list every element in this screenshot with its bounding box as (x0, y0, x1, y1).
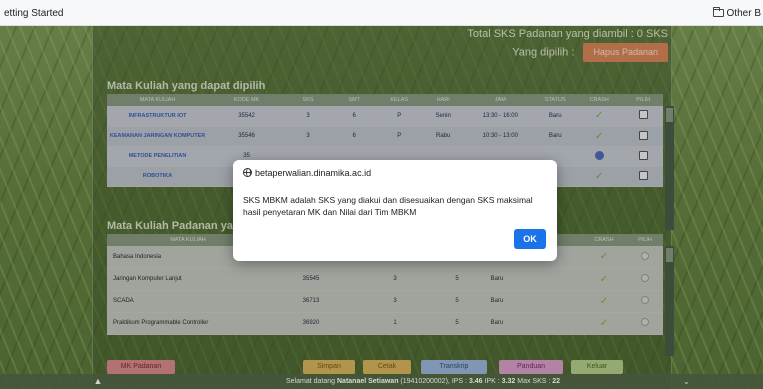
alert-dialog: betaperwalian.dinamika.ac.id SKS MBKM ad… (233, 160, 557, 261)
globe-icon (243, 168, 252, 177)
max-sks-value: 22 (552, 378, 561, 385)
folder-icon (712, 7, 724, 17)
dialog-message: SKS MBKM adalah SKS yang diakui dan dise… (243, 195, 533, 217)
dialog-origin-text: betaperwalian.dinamika.ac.id (255, 168, 372, 178)
chevron-up-icon[interactable]: ▲ (92, 375, 104, 387)
ipk-label: IPK : (484, 378, 500, 385)
chevron-down-icon[interactable]: ⌄ (683, 374, 690, 389)
footer-text: Selamat datang Natanael Setiawan (194102… (286, 378, 561, 385)
ipk-value: 3.32 (501, 378, 516, 385)
welcome-text: Selamat datang (286, 378, 336, 385)
status-footer: ▲ Selamat datang Natanael Setiawan (1941… (0, 374, 763, 389)
max-sks-label: Max SKS : (517, 378, 551, 385)
dialog-origin: betaperwalian.dinamika.ac.id (243, 168, 371, 178)
bookmark-other-label: Other B (726, 8, 761, 19)
ok-button[interactable]: OK (514, 229, 546, 249)
bookmark-getting-started[interactable]: etting Started (4, 8, 63, 19)
ips-label: IPS : (451, 378, 467, 385)
student-nim: (19410200002) (400, 378, 448, 385)
student-name: Natanael Setiawan (337, 378, 399, 385)
bookmarks-bar: etting Started Other B (0, 0, 763, 26)
bookmark-other[interactable]: Other B (712, 7, 761, 19)
ips-value: 3.46 (468, 378, 483, 385)
